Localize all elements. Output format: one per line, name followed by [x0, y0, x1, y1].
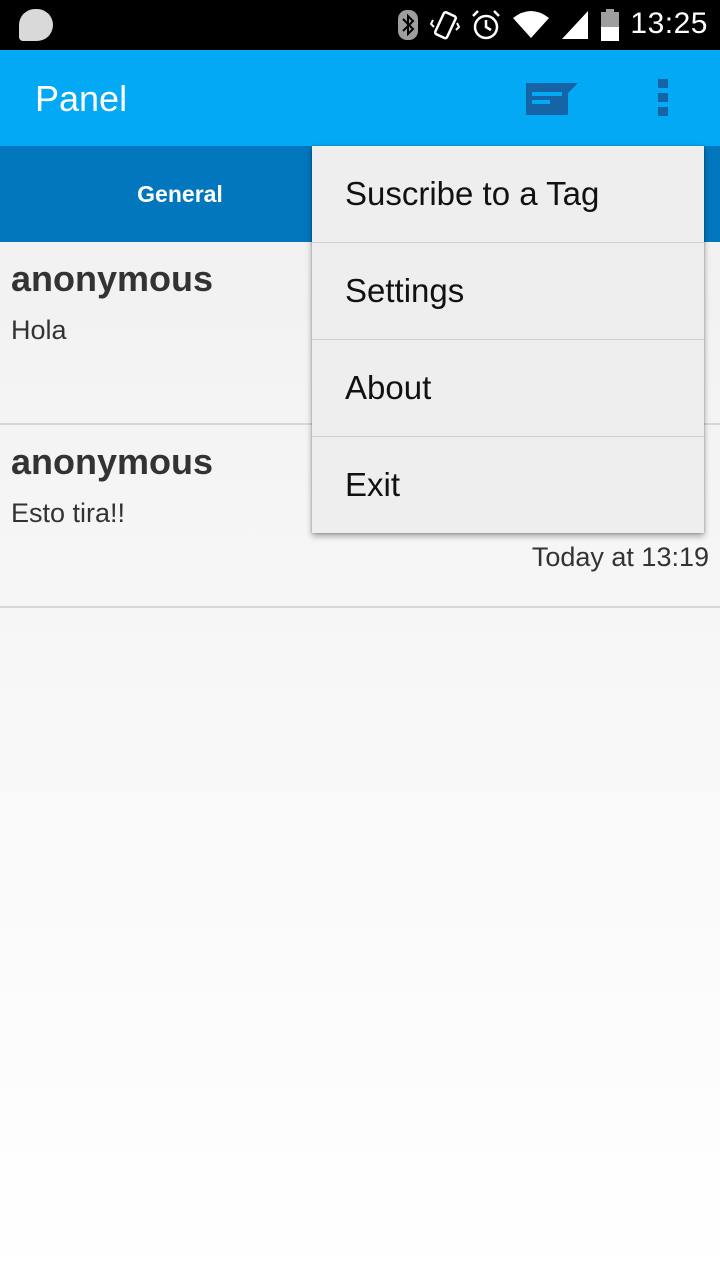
overflow-menu-icon[interactable]	[645, 77, 681, 119]
message-text: Esto tira!!	[11, 498, 126, 528]
menu-item-about[interactable]: About	[312, 340, 704, 437]
alarm-icon	[472, 10, 500, 40]
status-time: 13:25	[630, 7, 708, 40]
message-time: Today at 13:19	[531, 542, 709, 572]
menu-item-subscribe-tag[interactable]: Suscribe to a Tag	[312, 146, 704, 243]
overflow-popup-menu: Suscribe to a Tag Settings About Exit	[312, 146, 704, 533]
wifi-icon	[513, 11, 549, 38]
bluetooth-icon	[398, 10, 418, 40]
action-bar: Panel	[0, 50, 720, 146]
app-title: Panel	[35, 78, 128, 119]
vibrate-icon	[430, 10, 460, 40]
signal-icon	[562, 11, 588, 39]
message-author: anonymous	[11, 441, 214, 482]
status-icons	[396, 8, 620, 42]
battery-icon	[601, 9, 619, 41]
menu-item-settings[interactable]: Settings	[312, 243, 704, 340]
message-text: Hola	[11, 315, 67, 345]
notification-icon	[19, 9, 53, 41]
status-bar: 13:25	[0, 0, 720, 50]
tab-general[interactable]: General	[0, 146, 360, 242]
menu-item-exit[interactable]: Exit	[312, 437, 704, 533]
message-author: anonymous	[11, 258, 214, 299]
compose-message-icon[interactable]	[526, 83, 578, 115]
